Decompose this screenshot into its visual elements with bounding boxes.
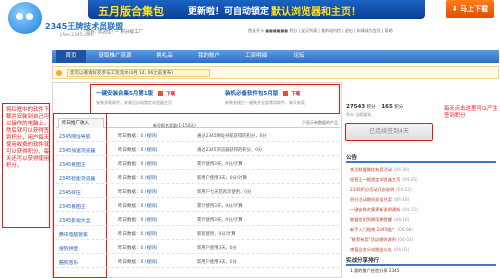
product-stat: 昨日数据：0 (规则) xyxy=(118,204,158,209)
table-row: 2345看图王 昨日数据：0 (规则) 累计使用3天，0分/计算 xyxy=(56,201,340,212)
table-row: 2345好压 昨日数据：0 (规则) 新用户七天后再次使用，0分 xyxy=(56,187,340,198)
product-stat: 昨日数据：0 (规则) xyxy=(118,232,158,237)
left-annotation-box: 将红框中的软件下载并安装到自己可以操作的电脑上，然后就可以获得签到积分，用户每天… xyxy=(2,103,50,228)
nav-item-forum[interactable]: 论坛 xyxy=(284,50,314,63)
nav-item-account[interactable]: 我的账户 xyxy=(189,50,229,63)
software-2-title[interactable]: 装机必备软件包5月版 xyxy=(225,91,278,97)
download-icon xyxy=(283,91,289,96)
activity-item[interactable]: 1.我的推广经验分享 2345 xyxy=(350,268,399,274)
product-desc: 新用户使用3天，0分/计算 xyxy=(197,176,247,181)
product-name[interactable]: 2345影视大全 xyxy=(59,217,90,224)
rule-link[interactable]: (规则) xyxy=(145,176,158,181)
score-value: 27543 xyxy=(346,104,366,110)
announcement-item[interactable]: "推荐有奖"活动规则说明 (04-03) xyxy=(350,237,498,247)
product-desc: 累计使用3天，0分/计算 xyxy=(197,204,243,209)
sign-in-button[interactable]: 已连续签到4天 xyxy=(345,123,433,141)
announcement-item[interactable]: 积分活动期间双倍兑奖 (04-18) xyxy=(350,197,498,207)
left-annotation-text: 将红框中的软件下载并安装到自己可以操作的电脑上，然后就可以获得签到积分，用户每天… xyxy=(6,107,50,169)
rule-link[interactable]: (规则) xyxy=(145,162,158,167)
rule-link[interactable]: (规则) xyxy=(145,204,158,209)
announcement-item[interactable]: 联盟信用到期续期提醒 (04-10) xyxy=(350,217,498,227)
table-row: 2345智能浏览器 昨日数据：0 (规则) 新用户使用3天，0分/计算 xyxy=(56,173,340,184)
product-stat: 昨日数据：0 (规则) xyxy=(118,218,158,223)
rule-link[interactable]: (规则) xyxy=(145,148,158,153)
product-stat: 昨日数据：0 (规则) xyxy=(118,162,158,167)
software-item-1: 一键安装合集5月第1版 下载 安装多款软件，安装后自动锁定浏览器主页 xyxy=(96,89,206,111)
software-1-desc: 安装多款软件，安装后自动锁定浏览器主页 xyxy=(96,100,172,105)
table-row: 2345加速浏览器 昨日数据：0 (规则) 通过2345浏览器获得的积分，0分 xyxy=(56,145,340,156)
count-value: 165 xyxy=(381,104,393,110)
promo-highlight: 默认浏览器和主页！ xyxy=(271,7,361,18)
rule-link[interactable]: (规则) xyxy=(145,218,158,223)
rule-link[interactable]: (规则) xyxy=(145,260,158,265)
product-stat: 昨日数据：0 (规则) xyxy=(118,260,158,265)
product-desc: 通过2345网址导航获得的积分，0分 xyxy=(197,134,267,139)
table-row: 2345网址导航 昨日数据：0 (规则) 通过2345网址导航获得的积分，0分 xyxy=(56,131,340,142)
promo-mid-text: 更新啦！可自动锁定 xyxy=(188,7,270,17)
product-stat: 昨日数据：0 (规则) xyxy=(118,176,158,181)
reward-header: 新号报名奖励(1-150天) xyxy=(153,123,196,128)
rule-link[interactable]: (规则) xyxy=(145,246,158,251)
software-2-desc: 新装系统后一键装齐全部常用软件，每天有奖 xyxy=(225,100,305,105)
rule-link[interactable]: (规则) xyxy=(145,232,158,237)
product-name[interactable]: 2345网址导航 xyxy=(59,133,90,140)
product-desc: 新装使用，0分/计算 xyxy=(197,232,236,237)
software-2-download[interactable]: 下载 xyxy=(291,91,300,97)
announcement-title: 公告 xyxy=(346,153,496,163)
announcement-item[interactable]: 一键安装合集更新说明通知 (04-15) xyxy=(350,207,498,217)
info-icon xyxy=(56,70,62,76)
nav-item-gifts[interactable]: 换礼品 xyxy=(147,50,182,63)
product-stat: 昨日数据：0 (规则) xyxy=(118,246,158,251)
download-now-button[interactable]: ⬇ 马上下载 xyxy=(446,0,494,18)
rule-link[interactable]: (规则) xyxy=(145,190,158,195)
main-nav: 首页 获取推广资源 换礼品 我的账户 工资明细 论坛 xyxy=(52,50,499,63)
notice-text[interactable]: 您可以邀请好友参与工资流水(4月 14, 06之前发布) xyxy=(67,69,210,77)
logo[interactable]: 2345王牌技术员联盟 jifen.2345.com xyxy=(8,2,153,48)
software-item-2: 装机必备软件包5月版 下载 新装系统后一键装齐全部常用软件，每天有奖 xyxy=(225,89,335,111)
product-desc: 新用户使用3天，0分 xyxy=(197,260,237,265)
welcome-text: 您好, 欢迎您! — 积分级工厂 xyxy=(86,30,144,35)
product-stat: 昨日数据：0 (规则) xyxy=(118,190,158,195)
nav-item-home[interactable]: 首页 xyxy=(56,50,86,63)
rule-link[interactable]: (规则) xyxy=(145,134,158,139)
announcement-item[interactable]: 新手入门指南 2345推广 (04-08) xyxy=(350,227,498,237)
software-1-title[interactable]: 一键安装合集5月第1版 xyxy=(96,91,153,97)
product-name[interactable]: 2345看图王 xyxy=(59,161,86,168)
product-desc: 累计使用3天，0分/计算 xyxy=(197,218,243,223)
product-name[interactable]: 腾讯电脑管家 xyxy=(59,231,88,238)
user-links[interactable]: 首长开卡 ■■■■■■ 积分 | 宝贝列表 | 我的站内信 | 退出 | 申请成… xyxy=(248,28,498,40)
product-name[interactable]: 酷狗音乐 xyxy=(59,259,78,266)
product-stat: 昨日数据：0 (规则) xyxy=(118,134,158,139)
table-row: 2345看图王 昨日数据：0 (规则) 累计使用3天，0分/计算 xyxy=(56,159,340,170)
product-desc: 通过2345浏览器获得的积分，0分 xyxy=(197,148,263,153)
product-name[interactable]: 2345加速浏览器 xyxy=(59,147,95,154)
account-stats: 27543 积分 165 积分 积分 当前级别 xyxy=(346,104,441,120)
stats-caption: 积分 当前级别 xyxy=(346,112,372,117)
announcement-item[interactable]: 经营王一格锁定浏览器主页 (04-25) xyxy=(350,177,498,187)
table-row: 搜狗拼音 昨日数据：0 (规则) 新用户使用3天，0分 xyxy=(56,243,340,254)
mascot-icon xyxy=(8,2,42,34)
nav-item-resources[interactable]: 获取推广资源 xyxy=(90,50,140,63)
product-stat: 昨日数据：0 (规则) xyxy=(118,148,158,153)
table-row: 2345影视大全 昨日数据：0 (规则) 累计使用3天，0分/计算 xyxy=(56,215,340,226)
product-desc: 新用户七天后再次使用，0分 xyxy=(197,190,252,195)
product-name[interactable]: 2345看图王 xyxy=(59,203,86,210)
nav-item-salary[interactable]: 工资明细 xyxy=(235,50,277,63)
software-1-download[interactable]: 下载 xyxy=(166,91,175,97)
product-desc: 新用户使用3天，0分 xyxy=(197,246,237,251)
table-row: 酷狗音乐 昨日数据：0 (规则) 新用户使用3天，0分 xyxy=(56,257,340,268)
table-row: 腾讯电脑管家 昨日数据：0 (规则) 新装使用，0分/计算 xyxy=(56,229,340,240)
product-desc: 累计使用3天，0分/计算 xyxy=(197,162,243,167)
announcement-item[interactable]: 关注联盟微信有奖活动 (04-30) xyxy=(350,167,498,177)
right-annotation-text: 每天点击这里可以产生签到积分 xyxy=(444,106,498,119)
download-icon: ⬇ xyxy=(451,5,461,13)
product-name[interactable]: 2345好压 xyxy=(59,189,81,196)
notice-bar: 您可以邀请好友参与工资流水(4月 14, 06之前发布) xyxy=(52,66,499,79)
announcement-item[interactable]: 2345积分活动开启说明 (04-22) xyxy=(350,187,498,197)
download-icon xyxy=(158,91,164,96)
activity-title: 实战分享排行 xyxy=(346,256,496,266)
product-name[interactable]: 搜狗拼音 xyxy=(59,245,78,252)
product-name[interactable]: 2345智能浏览器 xyxy=(59,175,95,182)
tab-note: 只显示有数据的产品 xyxy=(302,120,338,125)
